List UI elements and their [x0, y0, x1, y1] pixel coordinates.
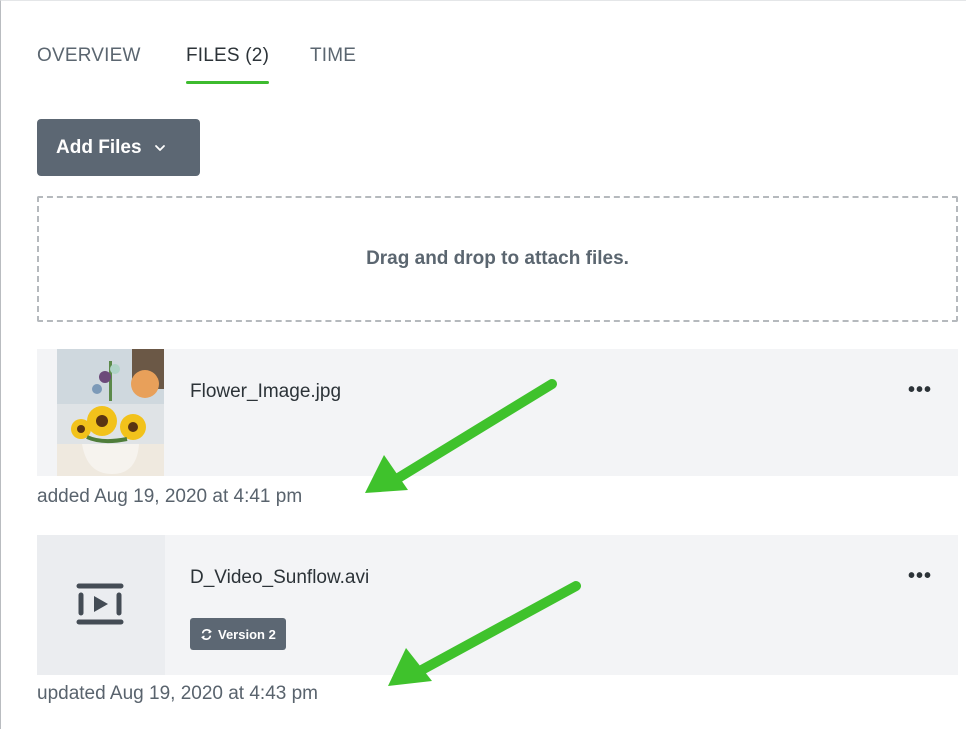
file-timestamp: added Aug 19, 2020 at 4:41 pm — [37, 486, 303, 507]
version-badge-label: Version 2 — [218, 626, 276, 642]
file-name[interactable]: D_Video_Sunflow.avi — [190, 567, 369, 589]
file-timestamp: updated Aug 19, 2020 at 4:43 pm — [37, 683, 319, 704]
file-name[interactable]: Flower_Image.jpg — [190, 381, 341, 403]
chevron-down-icon — [154, 144, 165, 151]
tab-files[interactable]: FILES (2) — [186, 45, 270, 84]
file-thumbnail[interactable] — [57, 349, 164, 476]
video-file-icon — [76, 583, 124, 625]
add-files-button[interactable]: Add Files — [37, 119, 200, 176]
more-options-button[interactable]: ••• — [908, 379, 932, 402]
tab-files-label: FILES (2) — [186, 45, 270, 66]
file-item-flower-image[interactable]: Flower_Image.jpg ••• — [37, 349, 958, 476]
files-panel: OVERVIEW FILES (2) TIME Add Files Drag a… — [0, 0, 966, 729]
dropzone-text: Drag and drop to attach files. — [366, 248, 629, 269]
more-options-button[interactable]: ••• — [908, 565, 932, 588]
file-thumbnail[interactable] — [37, 535, 165, 675]
version-history-icon — [201, 628, 212, 640]
active-tab-indicator — [186, 81, 270, 84]
version-badge[interactable]: Version 2 — [190, 618, 286, 650]
tab-overview[interactable]: OVERVIEW — [37, 45, 141, 67]
sunflower-thumbnail-image — [57, 349, 164, 476]
add-files-label: Add Files — [56, 136, 142, 158]
file-item-video[interactable]: D_Video_Sunflow.avi Version 2 ••• — [37, 535, 958, 675]
file-dropzone[interactable]: Drag and drop to attach files. — [37, 196, 958, 322]
tab-time[interactable]: TIME — [310, 45, 356, 67]
